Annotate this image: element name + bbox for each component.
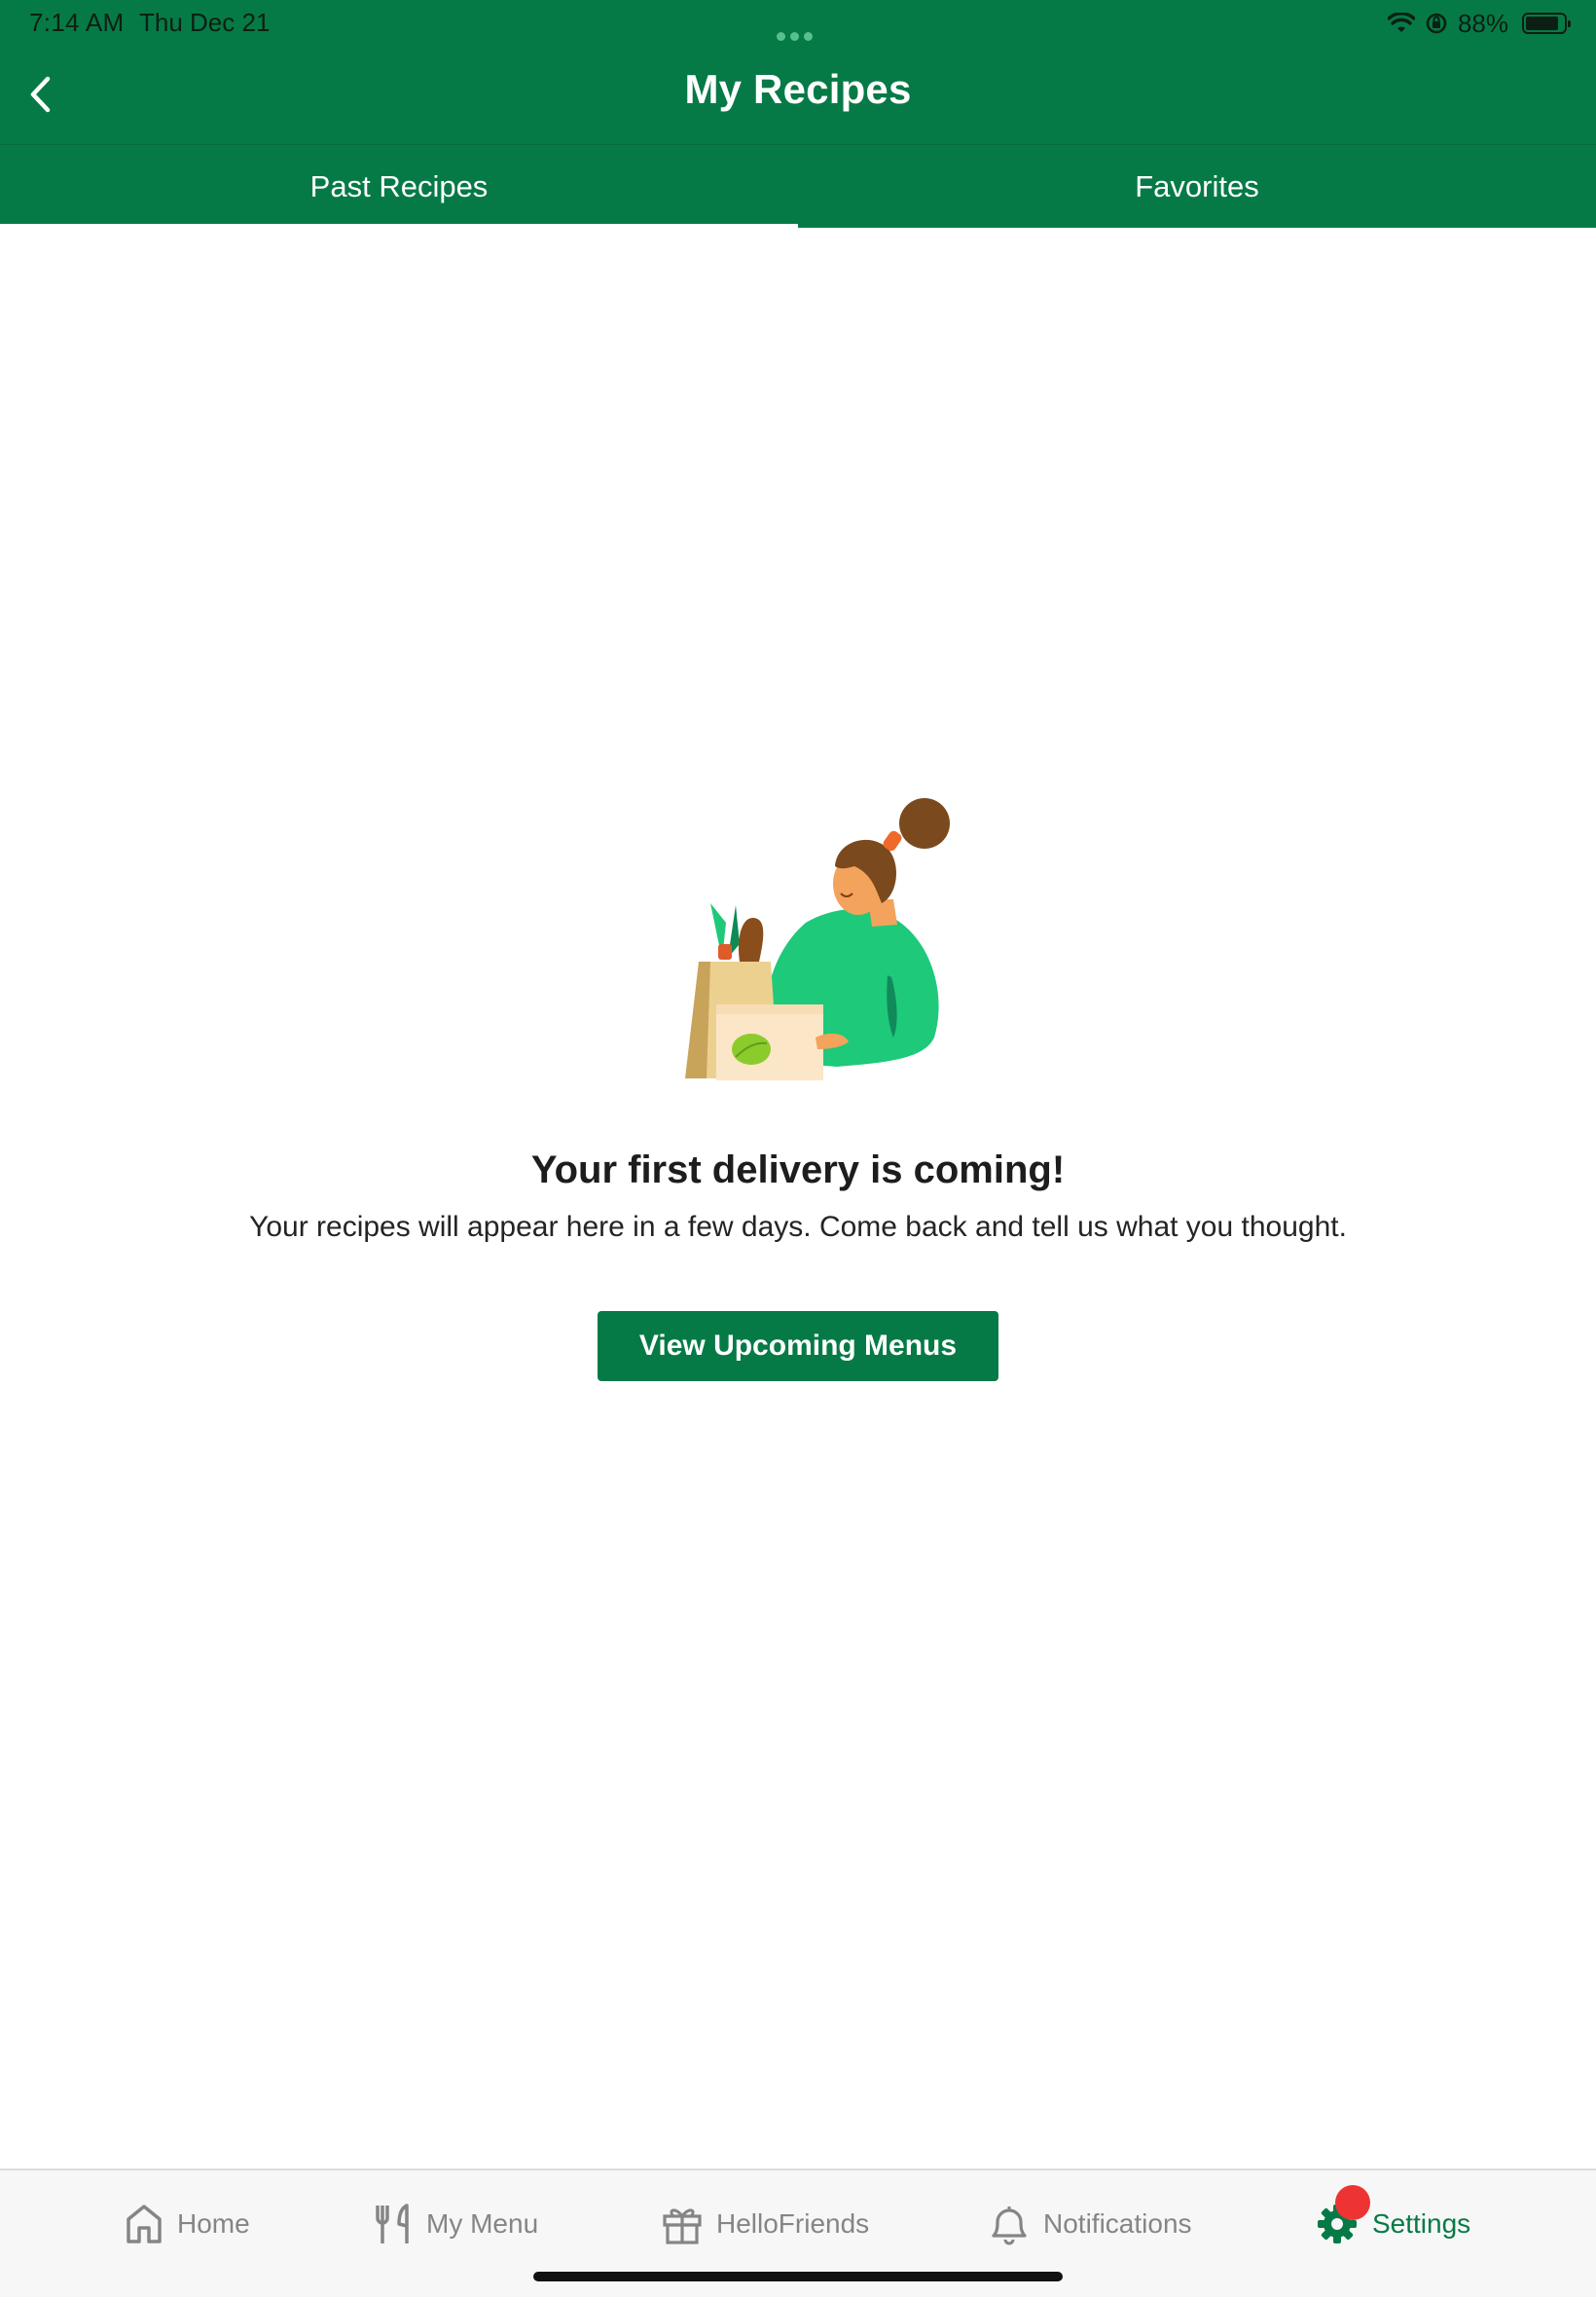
wifi-icon (1387, 13, 1415, 32)
status-date: Thu Dec 21 (139, 8, 271, 37)
fork-knife-icon (376, 2204, 409, 2243)
home-icon (127, 2205, 162, 2243)
bottom-nav-settings[interactable]: Settings (1316, 2185, 1471, 2248)
bottom-nav-hellofriends[interactable]: HelloFriends (662, 2200, 869, 2248)
bottom-nav-label: Notifications (1043, 2208, 1192, 2239)
battery-icon (1522, 13, 1571, 34)
status-bar: 7:14 AM Thu Dec 21 88% (0, 0, 1596, 47)
bell-icon (992, 2206, 1027, 2245)
person-with-grocery-bag-illustration (685, 798, 950, 1080)
tab-past-recipes[interactable]: Past Recipes (0, 145, 798, 229)
selected-tab-indicator (0, 224, 798, 228)
multitasking-dots-icon[interactable] (777, 18, 819, 41)
navigation-bar: My Recipes (0, 47, 1596, 144)
bottom-nav-label: Home (177, 2208, 250, 2239)
bottom-nav-notifications[interactable]: Notifications (989, 2200, 1192, 2248)
view-upcoming-menus-button[interactable]: View Upcoming Menus (598, 1311, 998, 1381)
recipe-tabs: Past Recipes Favorites (0, 144, 1596, 228)
settings-icon-wrapper (1316, 2185, 1370, 2245)
empty-state-title: Your first delivery is coming! (530, 1148, 1066, 1191)
page-title: My Recipes (684, 66, 912, 112)
battery-percent: 88% (1457, 8, 1508, 38)
gift-icon (663, 2208, 702, 2244)
my-recipes-screen: 7:14 AM Thu Dec 21 88% My Recipes Past R… (0, 0, 1596, 2297)
status-indicators: 88% (1387, 8, 1571, 39)
orientation-lock-icon (1426, 13, 1447, 34)
app-header: 7:14 AM Thu Dec 21 88% My Recipes (0, 0, 1596, 144)
delivery-illustration (642, 798, 954, 1080)
bottom-nav-home[interactable]: Home (125, 2200, 250, 2248)
bottom-nav-label: My Menu (426, 2208, 539, 2239)
settings-badge (1335, 2185, 1370, 2220)
bottom-nav-my-menu[interactable]: My Menu (374, 2200, 538, 2248)
tab-favorites[interactable]: Favorites (798, 145, 1596, 229)
empty-state-subtitle: Your recipes will appear here in a few d… (249, 1211, 1347, 1243)
bottom-nav-label: HelloFriends (716, 2208, 870, 2239)
bottom-nav-label: Settings (1372, 2208, 1471, 2239)
status-time: 7:14 AM (29, 8, 125, 37)
battery-level (1526, 17, 1559, 30)
home-indicator[interactable] (533, 2272, 1063, 2281)
